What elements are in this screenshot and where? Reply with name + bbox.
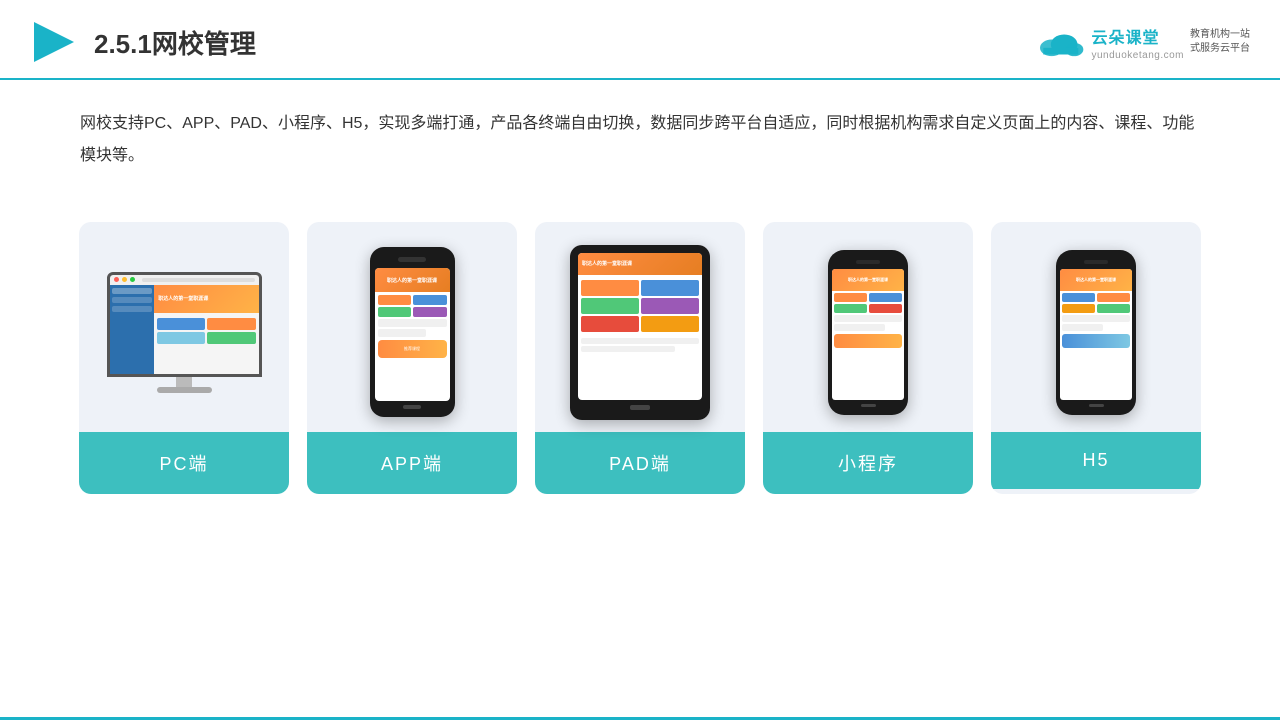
page-title: 2.5.1网校管理 xyxy=(94,24,256,61)
description-text: 网校支持PC、APP、PAD、小程序、H5，实现多端打通，产品各终端自由切换，数… xyxy=(0,80,1280,182)
card-h5: 职达人的第一堂职涯课 xyxy=(991,222,1201,494)
card-pc-image: 职达人的第一堂职涯课 xyxy=(79,222,289,432)
card-mini-label: 小程序 xyxy=(763,432,973,494)
card-h5-image: 职达人的第一堂职涯课 xyxy=(991,222,1201,432)
play-icon xyxy=(30,18,78,66)
card-app: 职达人的第一堂职涯课 推荐 xyxy=(307,222,517,494)
logo-cloud: 云朵课堂 yunduoketang.com 教育机构一站式服务云平台 xyxy=(1035,24,1250,61)
description-content: 网校支持PC、APP、PAD、小程序、H5，实现多端打通，产品各终端自由切换，数… xyxy=(80,115,1194,164)
header-left: 2.5.1网校管理 xyxy=(30,18,256,66)
logo-slogan: 教育机构一站式服务云平台 xyxy=(1190,28,1250,56)
cards-container: 职达人的第一堂职涯课 PC端 xyxy=(0,192,1280,494)
card-pc: 职达人的第一堂职涯课 PC端 xyxy=(79,222,289,494)
logo-url: yunduoketang.com xyxy=(1091,50,1184,61)
card-pad-label: PAD端 xyxy=(535,432,745,494)
logo-area: 云朵课堂 yunduoketang.com 教育机构一站式服务云平台 xyxy=(1035,24,1250,61)
card-mini: 职达人的第一堂职涯课 xyxy=(763,222,973,494)
card-mini-image: 职达人的第一堂职涯课 xyxy=(763,222,973,432)
page-header: 2.5.1网校管理 云朵课堂 yunduoketang.com 教育机构一站式服… xyxy=(0,0,1280,80)
logo-text-group: 云朵课堂 yunduoketang.com xyxy=(1091,24,1184,61)
card-pad: 职达人的第一堂职涯课 xyxy=(535,222,745,494)
card-app-label: APP端 xyxy=(307,432,517,494)
card-app-image: 职达人的第一堂职涯课 推荐 xyxy=(307,222,517,432)
card-h5-label: H5 xyxy=(991,432,1201,489)
logo-name: 云朵课堂 xyxy=(1091,24,1184,48)
card-pad-image: 职达人的第一堂职涯课 xyxy=(535,222,745,432)
cloud-logo-icon xyxy=(1035,26,1085,58)
card-pc-label: PC端 xyxy=(79,432,289,494)
